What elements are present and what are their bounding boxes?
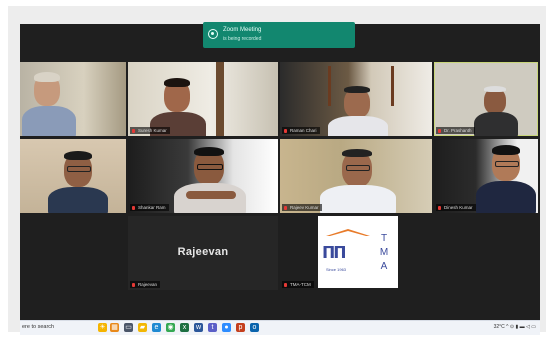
record-icon <box>208 29 218 39</box>
banner-subtitle: is being recorded <box>223 36 262 42</box>
participant-name: Rajeev Kumar <box>282 204 322 211</box>
participant-name: Dinesh Kumar <box>436 204 476 211</box>
recording-banner[interactable]: Zoom Meeting is being recorded <box>203 22 355 48</box>
video-tile[interactable]: Suresh Kumar <box>128 62 278 136</box>
mic-muted-icon <box>132 128 135 133</box>
participant-name: Dr. Prashanth <box>436 127 475 134</box>
windows-taskbar: ere to search ☀ ▦ ▭ ▰ e ◉ x w t ● p o 32… <box>20 320 540 335</box>
mic-muted-icon <box>284 282 287 287</box>
teams-icon[interactable]: t <box>208 323 217 332</box>
participant-name-label: Suresh Kumar <box>138 128 167 133</box>
system-tray[interactable]: 32°C ^ ⊙ ▮ ▬ ◁ ▭ <box>494 324 536 330</box>
video-tile[interactable] <box>20 62 126 136</box>
video-tile-camera-off[interactable]: Rajeevan Rajeevan <box>128 216 278 290</box>
participant-name-label: Dinesh Kumar <box>444 205 473 210</box>
zoom-icon[interactable]: ● <box>222 323 231 332</box>
excel-icon[interactable]: x <box>180 323 189 332</box>
video-tile-active-speaker[interactable]: Dr. Prashanth <box>434 62 538 136</box>
mic-muted-icon <box>284 205 287 210</box>
taskbar-search[interactable]: ere to search <box>22 324 54 330</box>
chrome-icon[interactable]: ◉ <box>166 323 175 332</box>
mic-muted-icon <box>132 282 135 287</box>
weather-icon[interactable]: ☀ <box>98 323 107 332</box>
logo-letter: T <box>380 233 388 244</box>
participant-name: Raman Chari <box>282 127 320 134</box>
powerpoint-icon[interactable]: p <box>236 323 245 332</box>
banner-title: Zoom Meeting <box>223 27 262 33</box>
file-explorer-icon[interactable]: ▰ <box>138 323 147 332</box>
outlook-icon[interactable]: o <box>250 323 259 332</box>
participant-name-label: Shankar Ram <box>138 205 166 210</box>
logo-letter: M <box>379 247 389 258</box>
participant-name-label: Rajeev Kumar <box>290 205 319 210</box>
video-tile[interactable] <box>20 139 126 213</box>
mic-muted-icon <box>438 128 441 133</box>
widgets-icon[interactable]: ▦ <box>110 323 119 332</box>
logo-letter: A <box>380 261 388 272</box>
video-tile[interactable]: Raman Chari <box>280 62 432 136</box>
logo-subtitle: Since 1963 <box>326 267 347 272</box>
participant-name-label: Raman Chari <box>290 128 317 133</box>
participant-name-label: TMA-TCM <box>290 282 311 287</box>
participant-name: TMA-TCM <box>282 281 314 288</box>
mic-muted-icon <box>284 128 287 133</box>
edge-icon[interactable]: e <box>152 323 161 332</box>
participant-name: Rajeevan <box>130 281 161 288</box>
participant-name: Suresh Kumar <box>130 127 170 134</box>
task-view-icon[interactable]: ▭ <box>124 323 133 332</box>
participant-name-label: Rajeevan <box>138 282 158 287</box>
video-tile[interactable]: Rajeev Kumar <box>280 139 432 213</box>
roof-mark-icon <box>326 229 370 236</box>
mic-muted-icon <box>132 205 135 210</box>
logo-letters: T M A <box>378 232 390 274</box>
participant-display-name: Rajeevan <box>177 246 229 258</box>
word-icon[interactable]: w <box>194 323 203 332</box>
logo-mark: ᴨᴨ <box>322 238 347 263</box>
video-tile[interactable]: Dinesh Kumar <box>434 139 538 213</box>
video-tile[interactable]: Shankar Ram <box>128 139 278 213</box>
participant-name: Shankar Ram <box>130 204 169 211</box>
tma-logo: ᴨᴨ Since 1963 T M A <box>318 216 398 288</box>
participant-name-label: Dr. Prashanth <box>444 128 472 133</box>
mic-muted-icon <box>438 205 441 210</box>
